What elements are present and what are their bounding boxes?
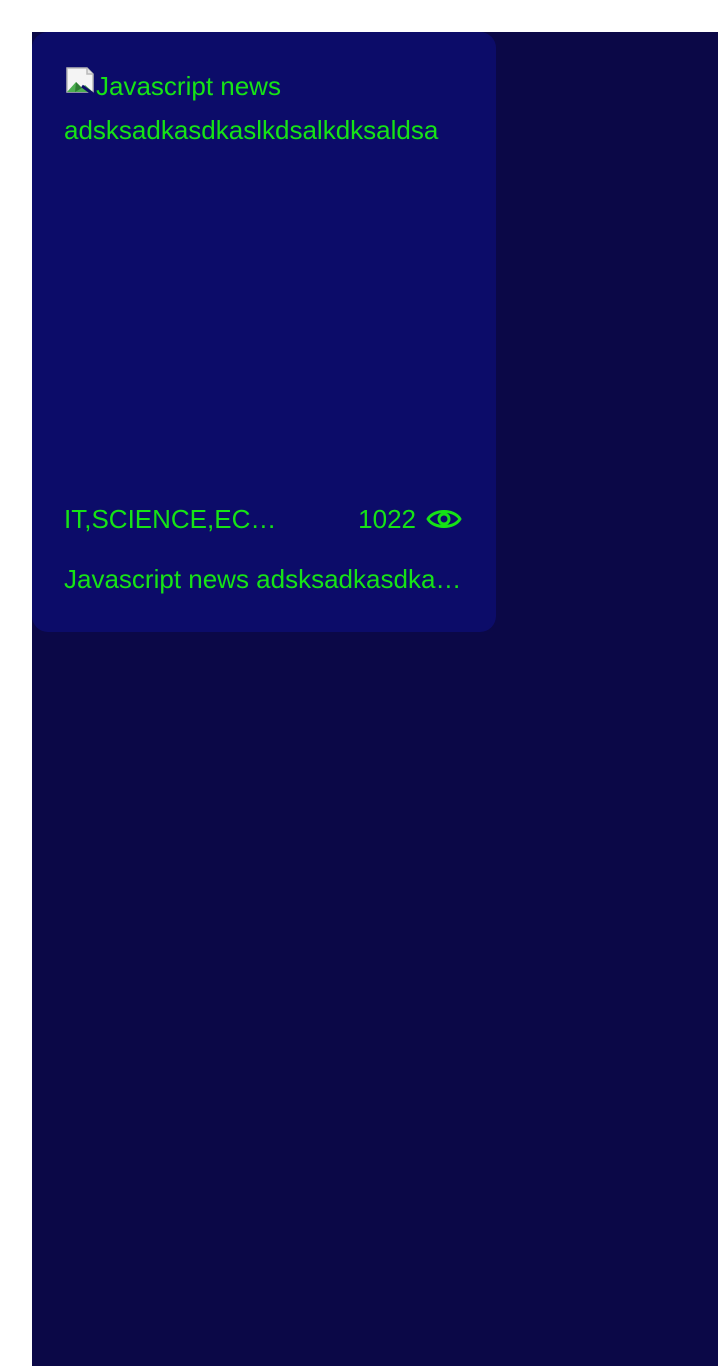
news-feed-page: Javascript news adsksadkasdkaslkdsalkdks…: [32, 32, 718, 1366]
news-card-categories: IT,SCIENCE,ECONOMY: [64, 504, 294, 534]
news-card-title: Javascript news adsksadkasdkaslkdsalkdks…: [64, 564, 464, 594]
news-card[interactable]: Javascript news adsksadkasdkaslkdsalkdks…: [32, 32, 496, 632]
view-count-value: 1022: [358, 504, 416, 534]
view-count: 1022: [358, 502, 462, 536]
news-card-meta: IT,SCIENCE,ECONOMY 1022: [64, 502, 464, 536]
eye-icon: [426, 510, 462, 528]
broken-image-icon: [66, 67, 94, 96]
news-card-image-alt: Javascript news adsksadkasdkaslkdsalkdks…: [64, 71, 439, 145]
news-card-image: Javascript news adsksadkasdkaslkdsalkdks…: [64, 64, 464, 464]
